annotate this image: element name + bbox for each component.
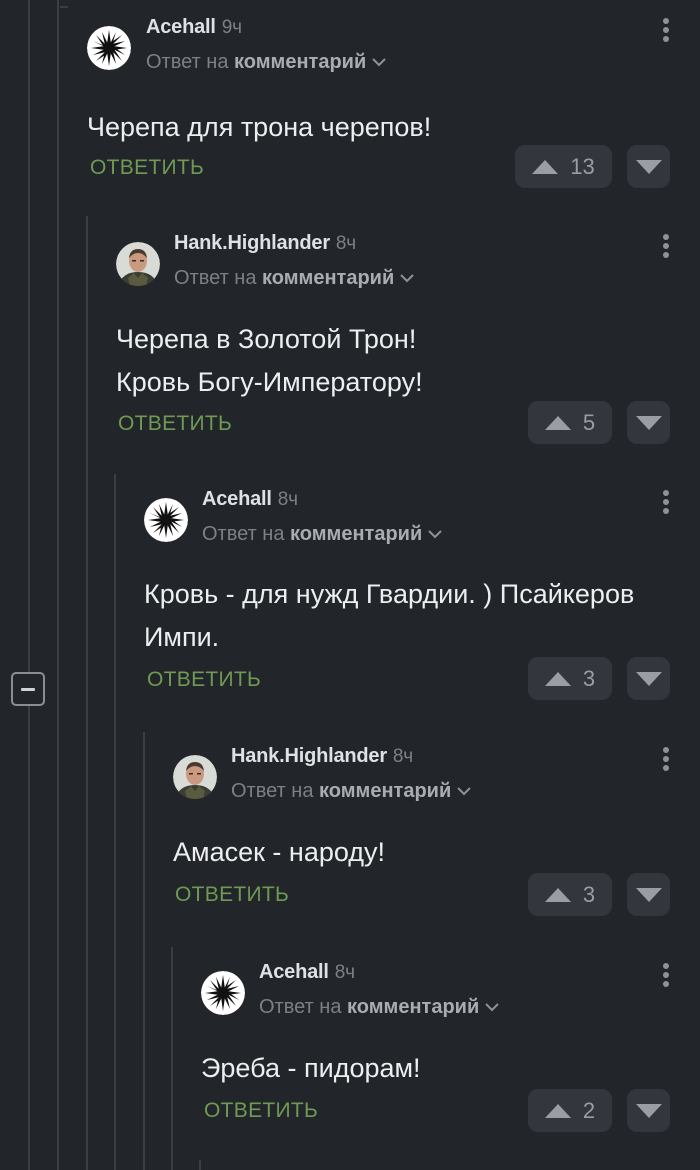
more-options-icon[interactable] (660, 957, 672, 997)
collapse-thread-icon[interactable] (11, 672, 45, 706)
avatar (87, 26, 131, 70)
comment-line: Кровь Богу-Императору! (116, 367, 423, 397)
upvote-button[interactable]: 2 (528, 1089, 612, 1132)
reply-to-prefix: Ответ на (231, 780, 314, 802)
reply-to[interactable]: Ответ на комментарий (202, 523, 442, 546)
downvote-icon[interactable] (635, 887, 662, 902)
author-label[interactable]: Hank.Highlander (174, 232, 330, 254)
reply-to-target[interactable]: комментарий (347, 996, 479, 1018)
chevron-down-icon[interactable] (457, 787, 471, 796)
chevron-down-icon[interactable] (400, 274, 414, 283)
author-label[interactable]: Acehall (202, 488, 272, 510)
downvote-button[interactable] (627, 1089, 670, 1132)
downvote-icon[interactable] (635, 415, 662, 430)
timestamp: 8ч (335, 233, 356, 254)
author-name[interactable]: Hank.Highlander 8ч (231, 745, 413, 768)
reply-to-target[interactable]: комментарий (234, 51, 366, 73)
avatar (201, 971, 245, 1015)
comment-text: Черепа в Золотой Трон! Кровь Богу-Императ… (116, 318, 680, 404)
reply-to-prefix: Ответ на (259, 996, 342, 1018)
timestamp: 8ч (277, 489, 298, 510)
reply-button[interactable]: ОТВЕТИТЬ (118, 412, 232, 436)
vote-count: 5 (582, 409, 596, 435)
downvote-button[interactable] (627, 873, 670, 916)
timestamp: 9ч (221, 17, 242, 38)
more-options-icon[interactable] (660, 741, 672, 781)
downvote-button[interactable] (627, 401, 670, 444)
downvote-icon[interactable] (635, 159, 662, 174)
reply-to-prefix: Ответ на (202, 523, 285, 545)
comment-line: Черепа в Золотой Трон! (116, 324, 417, 354)
reply-to-prefix: Ответ на (174, 267, 257, 289)
upvote-icon[interactable] (544, 887, 571, 902)
avatar (144, 498, 188, 542)
more-options-icon[interactable] (660, 484, 672, 524)
reply-to-target[interactable]: комментарий (290, 523, 422, 545)
vote-count: 3 (582, 665, 596, 691)
reply-to[interactable]: Ответ на комментарий (231, 780, 471, 803)
author-label[interactable]: Hank.Highlander (231, 745, 387, 767)
upvote-icon[interactable] (544, 1103, 571, 1118)
thread-line (114, 474, 116, 1170)
upvote-button[interactable]: 5 (528, 401, 612, 444)
comment-line: Эреба - пидорам! (201, 1053, 421, 1083)
reply-to-target[interactable]: комментарий (262, 267, 394, 289)
author-name[interactable]: Acehall 8ч (259, 961, 355, 984)
avatar (173, 755, 217, 799)
chevron-down-icon[interactable] (428, 530, 442, 539)
reply-button[interactable]: ОТВЕТИТЬ (204, 1099, 318, 1123)
comment-text: Черепа для трона черепов! (87, 106, 680, 149)
reply-to[interactable]: Ответ на комментарий (259, 996, 499, 1019)
downvote-button[interactable] (627, 145, 670, 188)
thread-line (143, 732, 145, 1170)
reply-button[interactable]: ОТВЕТИТЬ (147, 668, 261, 692)
author-name[interactable]: Acehall 8ч (202, 488, 298, 511)
reply-to-target[interactable]: комментарий (319, 780, 451, 802)
comment-text: Эреба - пидорам! (201, 1047, 680, 1090)
upvote-button[interactable]: 3 (528, 657, 612, 700)
avatar (116, 242, 160, 286)
upvote-button[interactable]: 3 (528, 873, 612, 916)
downvote-icon[interactable] (635, 671, 662, 686)
thread-line (28, 706, 30, 1170)
thread-line (60, 6, 68, 8)
thread-line (57, 0, 59, 1170)
chevron-down-icon[interactable] (485, 1003, 499, 1012)
author-name[interactable]: Hank.Highlander 8ч (174, 232, 356, 255)
comment-text: Амасек - народу! (173, 831, 680, 874)
thread-line (171, 947, 173, 1170)
author-label[interactable]: Acehall (259, 961, 329, 983)
more-options-icon[interactable] (660, 12, 672, 52)
reply-button[interactable]: ОТВЕТИТЬ (90, 156, 204, 180)
upvote-button[interactable]: 13 (515, 145, 612, 188)
upvote-icon[interactable] (532, 159, 559, 174)
upvote-icon[interactable] (544, 415, 571, 430)
reply-to[interactable]: Ответ на комментарий (174, 267, 414, 290)
downvote-icon[interactable] (635, 1103, 662, 1118)
comment-text: Кровь - для нужд Гвардии. ) Псайкеров Имп… (144, 573, 680, 659)
comment-line: Черепа для трона черепов! (87, 112, 432, 142)
more-options-icon[interactable] (660, 228, 672, 268)
vote-count: 2 (582, 1097, 596, 1123)
reply-button[interactable]: ОТВЕТИТЬ (175, 883, 289, 907)
author-name[interactable]: Acehall 9ч (146, 16, 242, 39)
vote-count: 3 (582, 881, 596, 907)
reply-to[interactable]: Ответ на комментарий (146, 51, 386, 74)
vote-count: 13 (570, 153, 595, 179)
reply-to-prefix: Ответ на (146, 51, 229, 73)
thread-line (199, 1160, 201, 1170)
comment-line: Кровь - для нужд Гвардии. ) Псайкеров (144, 579, 635, 609)
timestamp: 8ч (392, 746, 413, 767)
comment-line: Амасек - народу! (173, 837, 386, 867)
upvote-icon[interactable] (544, 671, 571, 686)
comment-line: Импи. (144, 622, 220, 652)
chevron-down-icon[interactable] (372, 58, 386, 67)
thread-line (28, 0, 30, 672)
timestamp: 8ч (334, 962, 355, 983)
thread-line (86, 216, 88, 1170)
downvote-button[interactable] (627, 657, 670, 700)
author-label[interactable]: Acehall (146, 16, 216, 38)
